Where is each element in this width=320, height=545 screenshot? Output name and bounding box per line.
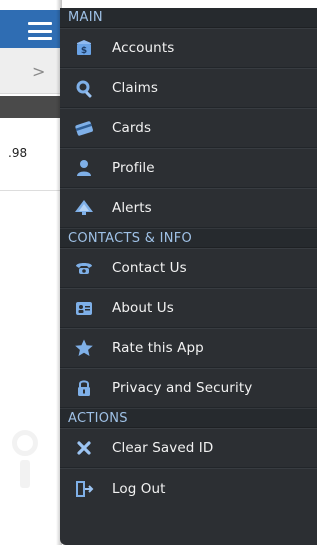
menu-item-label: Log Out <box>112 480 166 497</box>
card-icon <box>73 117 95 139</box>
logout-icon <box>73 478 95 500</box>
alert-icon <box>73 197 95 219</box>
id-card-icon <box>73 297 95 319</box>
menu-item-label: Cards <box>112 120 152 136</box>
menu-item-label: Accounts <box>112 40 175 56</box>
background-list-row[interactable]: > <box>0 48 60 94</box>
claims-icon <box>73 77 95 99</box>
menu-item-privacy-security[interactable]: Privacy and Security <box>60 368 317 408</box>
menu-icon[interactable] <box>28 22 52 40</box>
section-header-contacts-info: CONTACTS & INFO <box>60 228 317 248</box>
menu-item-label: Profile <box>112 160 155 176</box>
drawer-empty-space <box>60 508 317 545</box>
menu-item-log-out[interactable]: Log Out <box>60 468 317 508</box>
chevron-right-icon: > <box>32 62 46 81</box>
menu-item-accounts[interactable]: $ Accounts <box>60 28 317 68</box>
bank-icon: $ <box>73 37 95 59</box>
menu-item-label: Alerts <box>112 200 152 216</box>
menu-item-alerts[interactable]: Alerts <box>60 188 317 228</box>
x-icon <box>73 437 95 459</box>
menu-item-profile[interactable]: Profile <box>60 148 317 188</box>
menu-item-claims[interactable]: Claims <box>60 68 317 108</box>
svg-text:$: $ <box>81 46 87 56</box>
navigation-drawer: MAIN $ Accounts Claims Cards Profile Ale… <box>60 8 317 545</box>
star-icon <box>73 337 95 359</box>
menu-item-rate-this-app[interactable]: Rate this App <box>60 328 317 368</box>
section-header-main: MAIN <box>60 8 317 28</box>
menu-item-label: Privacy and Security <box>112 380 253 396</box>
menu-item-contact-us[interactable]: Contact Us <box>60 248 317 288</box>
background-app: > .98 <box>0 0 62 545</box>
menu-item-label: About Us <box>112 300 174 316</box>
background-amount: .98 <box>8 146 28 160</box>
divider <box>0 190 60 191</box>
menu-item-label: Rate this App <box>112 340 204 356</box>
section-header-actions: ACTIONS <box>60 408 317 428</box>
menu-item-cards[interactable]: Cards <box>60 108 317 148</box>
person-icon <box>73 157 95 179</box>
watermark-logo <box>6 430 46 490</box>
background-band <box>0 96 60 118</box>
menu-item-label: Contact Us <box>112 260 187 276</box>
menu-item-label: Claims <box>112 80 158 96</box>
app-header <box>0 10 60 48</box>
phone-icon <box>73 257 95 279</box>
menu-item-about-us[interactable]: About Us <box>60 288 317 328</box>
lock-icon <box>73 377 95 399</box>
menu-item-label: Clear Saved ID <box>112 440 214 456</box>
menu-item-clear-saved-id[interactable]: Clear Saved ID <box>60 428 317 468</box>
